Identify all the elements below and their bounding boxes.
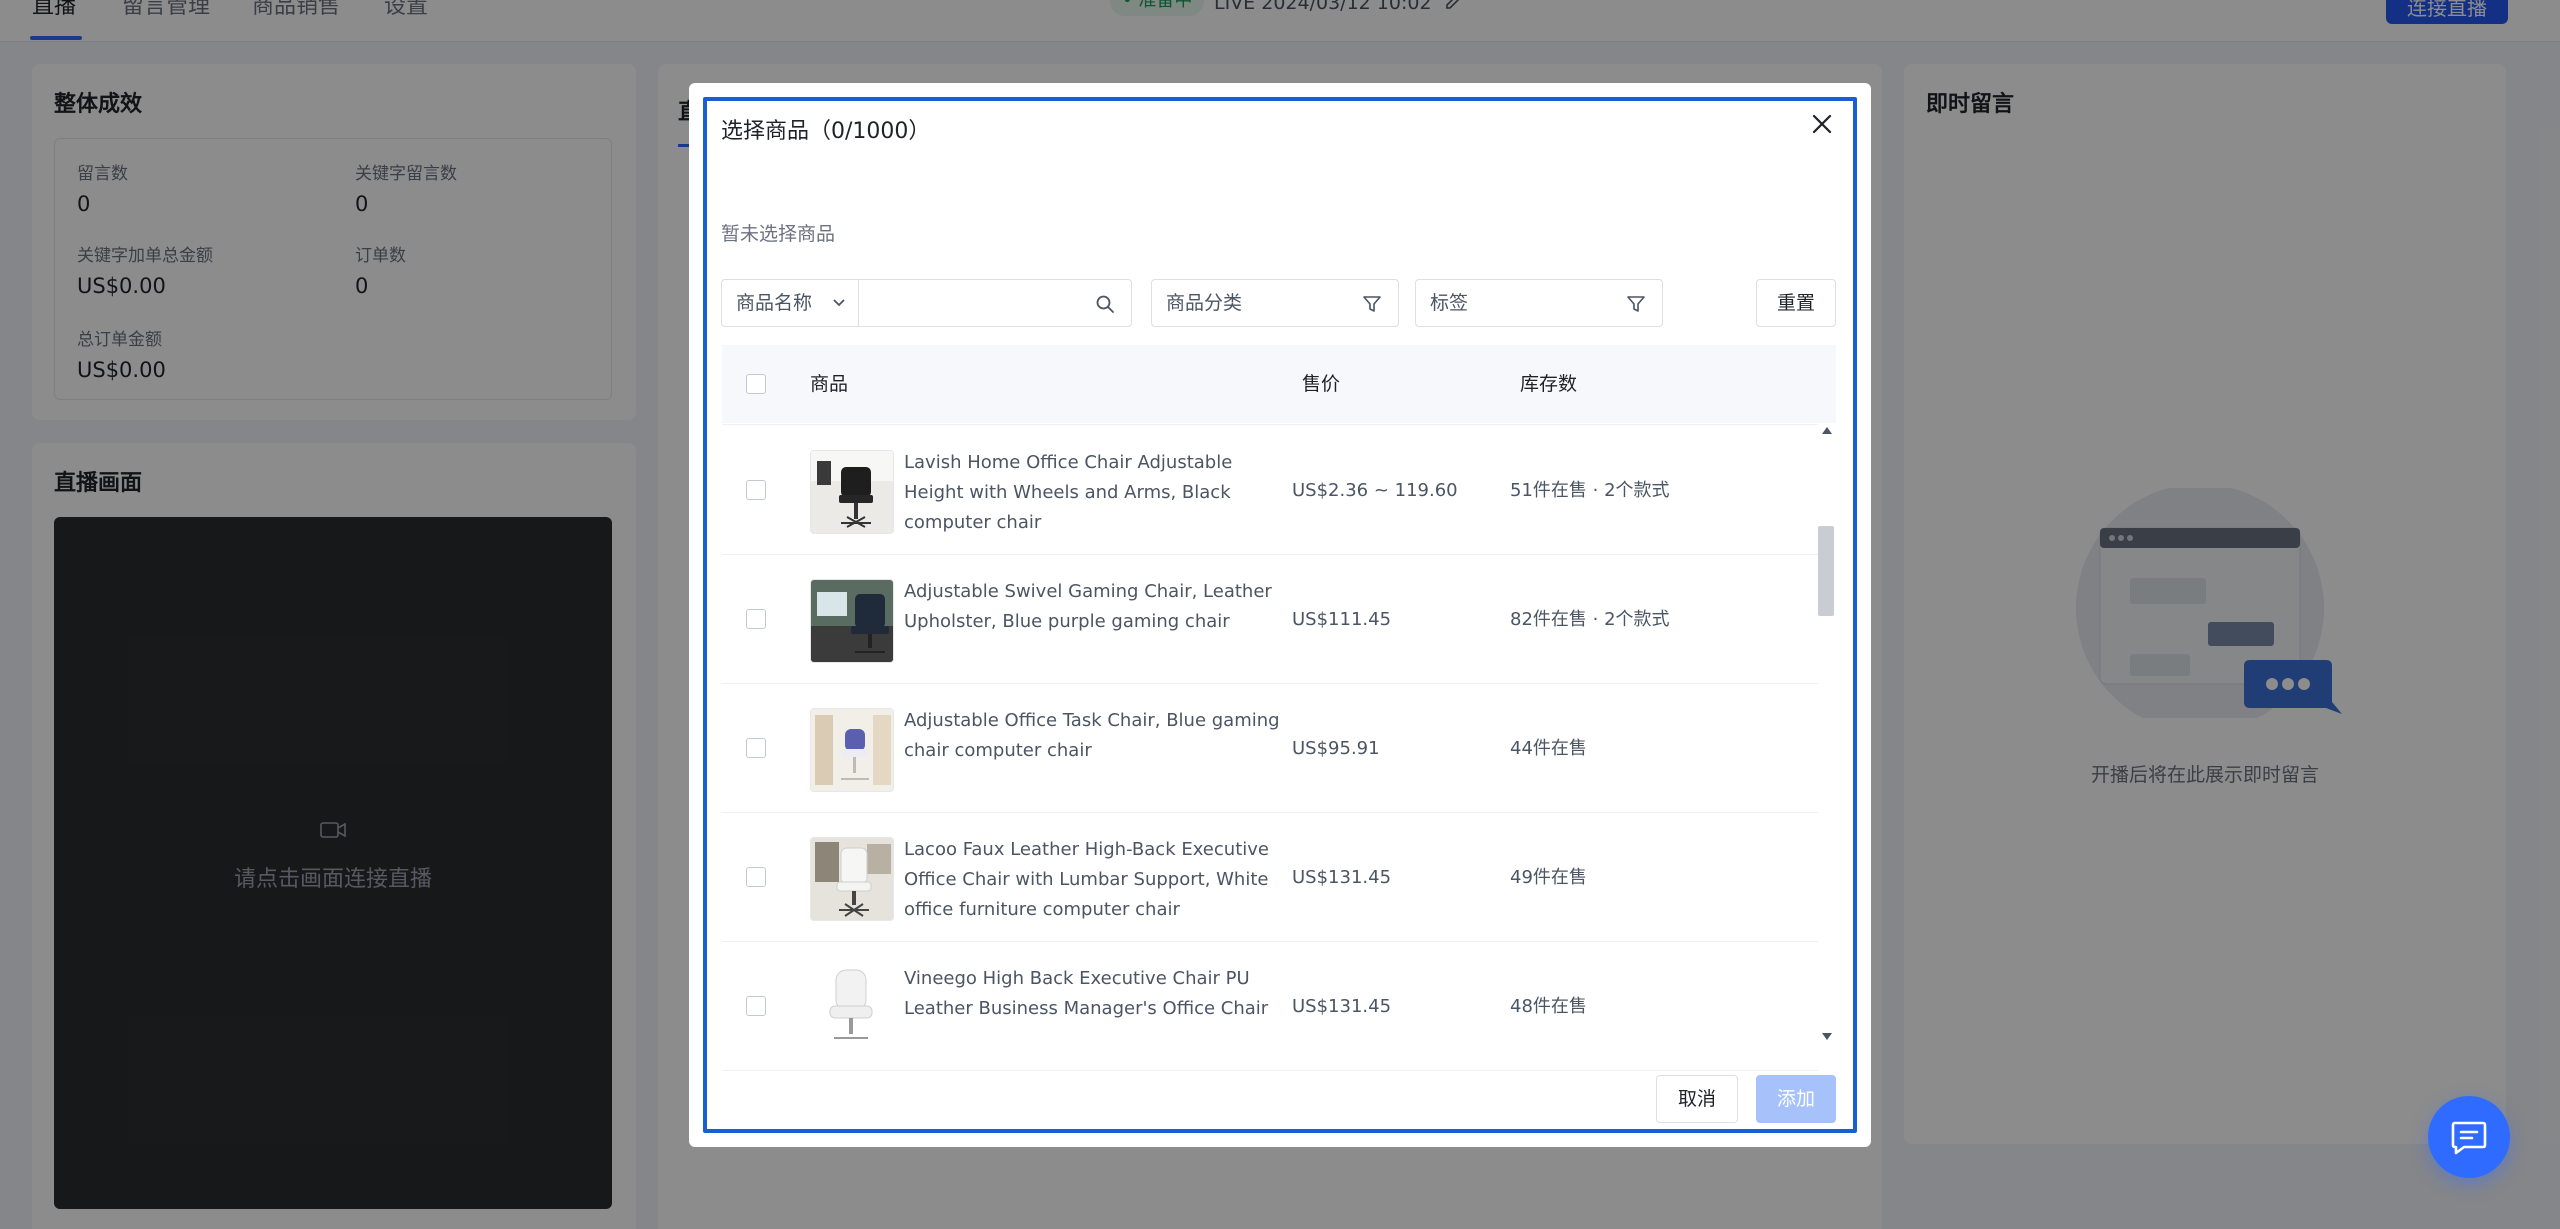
scroll-up-arrow-icon[interactable] [1822,427,1832,434]
table-row[interactable]: Lacoo Faux Leather High-Back Executive O… [722,813,1818,942]
header-product: 商品 [810,373,849,395]
table-row[interactable]: Vineego High Back Executive Chair PU Lea… [722,942,1818,1071]
product-price: US$111.45 [1292,609,1392,630]
add-button[interactable]: 添加 [1756,1075,1836,1123]
product-price: US$131.45 [1292,867,1392,888]
row-checkbox[interactable] [746,738,766,758]
product-name: Vineego High Back Executive Chair PU Lea… [904,968,1269,1019]
product-name: Adjustable Swivel Gaming Chair, Leather … [904,581,1272,632]
row-checkbox[interactable] [746,609,766,629]
empty-selection-text: 暂未选择商品 [721,223,836,245]
table-header: 商品 售价 库存数 [722,345,1836,423]
product-thumbnail [810,579,894,663]
scrollbar-thumb[interactable] [1818,526,1834,616]
select-all-checkbox[interactable] [746,374,766,394]
row-checkbox[interactable] [746,480,766,500]
product-thumbnail [810,837,894,921]
tag-filter[interactable]: 标签 [1415,279,1663,327]
table-row[interactable]: Lavish Home Office Chair Adjustable Heig… [722,426,1818,555]
chat-icon [2451,1121,2487,1155]
close-icon[interactable] [1809,111,1835,137]
product-table-body[interactable]: Lavish Home Office Chair Adjustable Heig… [722,423,1836,1130]
reset-button[interactable]: 重置 [1756,279,1836,327]
product-price: US$95.91 [1292,738,1380,759]
row-checkbox[interactable] [746,996,766,1016]
product-thumbnail [810,708,894,792]
product-name: Lacoo Faux Leather High-Back Executive O… [904,839,1269,920]
chevron-down-icon [833,299,845,307]
product-stock: 82件在售 · 2个款式 [1510,609,1670,630]
scroll-down-arrow-icon[interactable] [1822,1033,1832,1040]
product-stock: 44件在售 [1510,738,1587,759]
product-thumbnail [810,966,894,1050]
scrollbar[interactable] [1785,423,1803,1130]
modal-title: 选择商品（0/1000） [721,119,931,144]
search-input[interactable] [858,279,1132,327]
select-products-modal: 选择商品（0/1000） 暂未选择商品 商品名称 商品分类 标签 重置 商品 售… [689,83,1871,1147]
chat-support-button[interactable] [2428,1096,2510,1178]
search-field-select[interactable]: 商品名称 [721,279,859,327]
row-checkbox[interactable] [746,867,766,887]
header-stock: 库存数 [1520,373,1578,395]
category-filter[interactable]: 商品分类 [1151,279,1399,327]
header-price: 售价 [1302,373,1341,395]
product-stock: 49件在售 [1510,867,1587,888]
filter-icon [1627,296,1645,312]
product-thumbnail [810,450,894,534]
product-stock: 51件在售 · 2个款式 [1510,480,1670,501]
table-row[interactable]: Adjustable Swivel Gaming Chair, Leather … [722,555,1818,684]
search-icon[interactable] [1095,294,1115,314]
filter-icon [1363,296,1381,312]
product-name: Adjustable Office Task Chair, Blue gamin… [904,710,1280,761]
cancel-button[interactable]: 取消 [1656,1075,1738,1123]
product-price: US$131.45 [1292,996,1392,1017]
product-name: Lavish Home Office Chair Adjustable Heig… [904,452,1233,533]
row-divider [722,424,1818,425]
product-stock: 48件在售 [1510,996,1587,1017]
table-row[interactable]: Adjustable Office Task Chair, Blue gamin… [722,684,1818,813]
product-price: US$2.36 ~ 119.60 [1292,480,1458,501]
